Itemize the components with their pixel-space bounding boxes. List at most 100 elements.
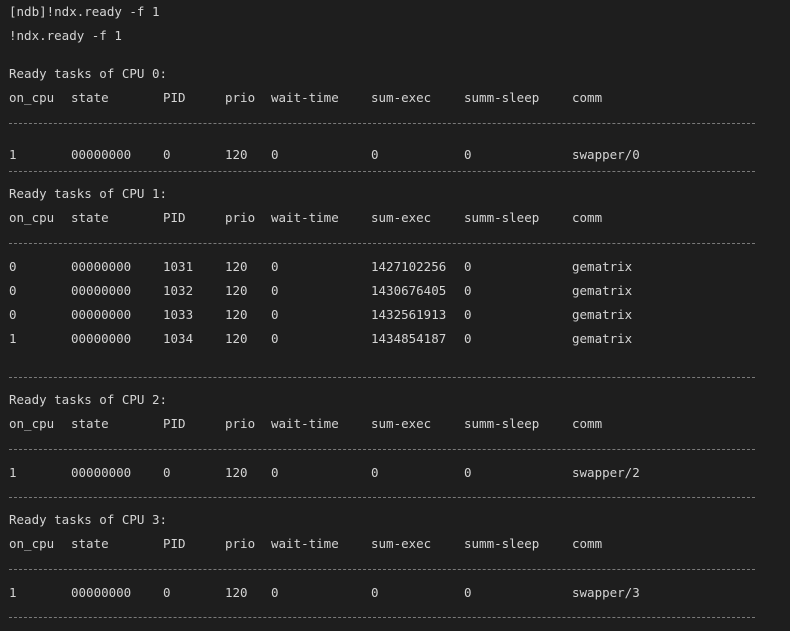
- col-on-cpu: 1: [9, 585, 17, 600]
- col-comm: gematrix: [572, 331, 633, 346]
- col-prio: 120: [225, 465, 248, 480]
- section-separator: [9, 617, 755, 618]
- col-comm: gematrix: [572, 259, 633, 274]
- col-on-cpu: 1: [9, 147, 17, 162]
- col-summ-sleep: 0: [464, 585, 472, 600]
- col-pid: 1034: [163, 331, 194, 346]
- col-comm: comm: [572, 90, 603, 105]
- col-pid: 0: [163, 585, 171, 600]
- col-comm: gematrix: [572, 283, 633, 298]
- header-separator: [9, 569, 755, 570]
- col-comm: swapper/2: [572, 465, 640, 480]
- col-on-cpu: on_cpu: [9, 536, 55, 551]
- col-summ-sleep: summ-sleep: [464, 90, 540, 105]
- col-wait-time: wait-time: [271, 416, 339, 431]
- col-summ-sleep: summ-sleep: [464, 210, 540, 225]
- col-state: 00000000: [71, 331, 132, 346]
- col-sum-exec: 1427102256: [371, 259, 447, 274]
- cpu-section-header: Ready tasks of CPU 0:: [9, 66, 168, 81]
- col-prio: prio: [225, 536, 256, 551]
- col-sum-exec: 0: [371, 585, 379, 600]
- col-summ-sleep: 0: [464, 307, 472, 322]
- col-pid: 0: [163, 147, 171, 162]
- col-wait-time: 0: [271, 465, 279, 480]
- cpu-section-header: Ready tasks of CPU 3:: [9, 512, 168, 527]
- col-sum-exec: sum-exec: [371, 90, 432, 105]
- col-comm: comm: [572, 210, 603, 225]
- col-summ-sleep: 0: [464, 283, 472, 298]
- col-pid: PID: [163, 416, 186, 431]
- col-pid: PID: [163, 210, 186, 225]
- col-comm: comm: [572, 416, 603, 431]
- col-sum-exec: 1432561913: [371, 307, 447, 322]
- section-separator: [9, 171, 755, 172]
- col-prio: 120: [225, 147, 248, 162]
- col-wait-time: wait-time: [271, 536, 339, 551]
- col-prio: 120: [225, 331, 248, 346]
- col-on-cpu: 1: [9, 331, 17, 346]
- col-prio: 120: [225, 283, 248, 298]
- col-state: state: [71, 90, 109, 105]
- col-state: 00000000: [71, 307, 132, 322]
- col-wait-time: 0: [271, 259, 279, 274]
- col-pid: 1031: [163, 259, 194, 274]
- col-comm: gematrix: [572, 307, 633, 322]
- col-prio: 120: [225, 585, 248, 600]
- col-sum-exec: 0: [371, 147, 379, 162]
- col-sum-exec: sum-exec: [371, 416, 432, 431]
- col-comm: swapper/3: [572, 585, 640, 600]
- command-echo-line: [ndb]!ndx.ready -f 1: [9, 4, 160, 19]
- cpu-section-header: Ready tasks of CPU 2:: [9, 392, 168, 407]
- col-summ-sleep: 0: [464, 147, 472, 162]
- col-prio: prio: [225, 416, 256, 431]
- header-separator: [9, 449, 755, 450]
- header-separator: [9, 123, 755, 124]
- col-state: 00000000: [71, 283, 132, 298]
- col-state: state: [71, 416, 109, 431]
- col-state: 00000000: [71, 465, 132, 480]
- cpu-section-header: Ready tasks of CPU 1:: [9, 186, 168, 201]
- col-pid: 0: [163, 465, 171, 480]
- col-pid: 1033: [163, 307, 194, 322]
- col-prio: 120: [225, 259, 248, 274]
- debugger-output-pane: [ndb]!ndx.ready -f 1 !ndx.ready -f 1 Rea…: [0, 0, 790, 631]
- col-sum-exec: 0: [371, 465, 379, 480]
- col-summ-sleep: 0: [464, 465, 472, 480]
- col-summ-sleep: 0: [464, 331, 472, 346]
- col-sum-exec: 1430676405: [371, 283, 447, 298]
- col-on-cpu: 1: [9, 465, 17, 480]
- col-state: 00000000: [71, 259, 132, 274]
- header-separator: [9, 243, 755, 244]
- col-summ-sleep: 0: [464, 259, 472, 274]
- col-prio: 120: [225, 307, 248, 322]
- col-prio: prio: [225, 90, 256, 105]
- col-sum-exec: 1434854187: [371, 331, 447, 346]
- col-on-cpu: on_cpu: [9, 90, 55, 105]
- col-summ-sleep: summ-sleep: [464, 536, 540, 551]
- col-state: state: [71, 536, 109, 551]
- col-wait-time: 0: [271, 331, 279, 346]
- col-on-cpu: 0: [9, 259, 17, 274]
- col-pid: PID: [163, 536, 186, 551]
- col-sum-exec: sum-exec: [371, 536, 432, 551]
- section-separator: [9, 377, 755, 378]
- col-on-cpu: on_cpu: [9, 416, 55, 431]
- col-wait-time: 0: [271, 283, 279, 298]
- col-state: 00000000: [71, 585, 132, 600]
- col-wait-time: 0: [271, 147, 279, 162]
- col-summ-sleep: summ-sleep: [464, 416, 540, 431]
- col-wait-time: wait-time: [271, 210, 339, 225]
- section-separator: [9, 497, 755, 498]
- command-line: !ndx.ready -f 1: [9, 28, 122, 43]
- col-wait-time: 0: [271, 585, 279, 600]
- col-comm: comm: [572, 536, 603, 551]
- col-state: 00000000: [71, 147, 132, 162]
- col-on-cpu: 0: [9, 283, 17, 298]
- col-state: state: [71, 210, 109, 225]
- col-wait-time: 0: [271, 307, 279, 322]
- col-on-cpu: on_cpu: [9, 210, 55, 225]
- col-sum-exec: sum-exec: [371, 210, 432, 225]
- col-pid: 1032: [163, 283, 194, 298]
- col-prio: prio: [225, 210, 256, 225]
- col-wait-time: wait-time: [271, 90, 339, 105]
